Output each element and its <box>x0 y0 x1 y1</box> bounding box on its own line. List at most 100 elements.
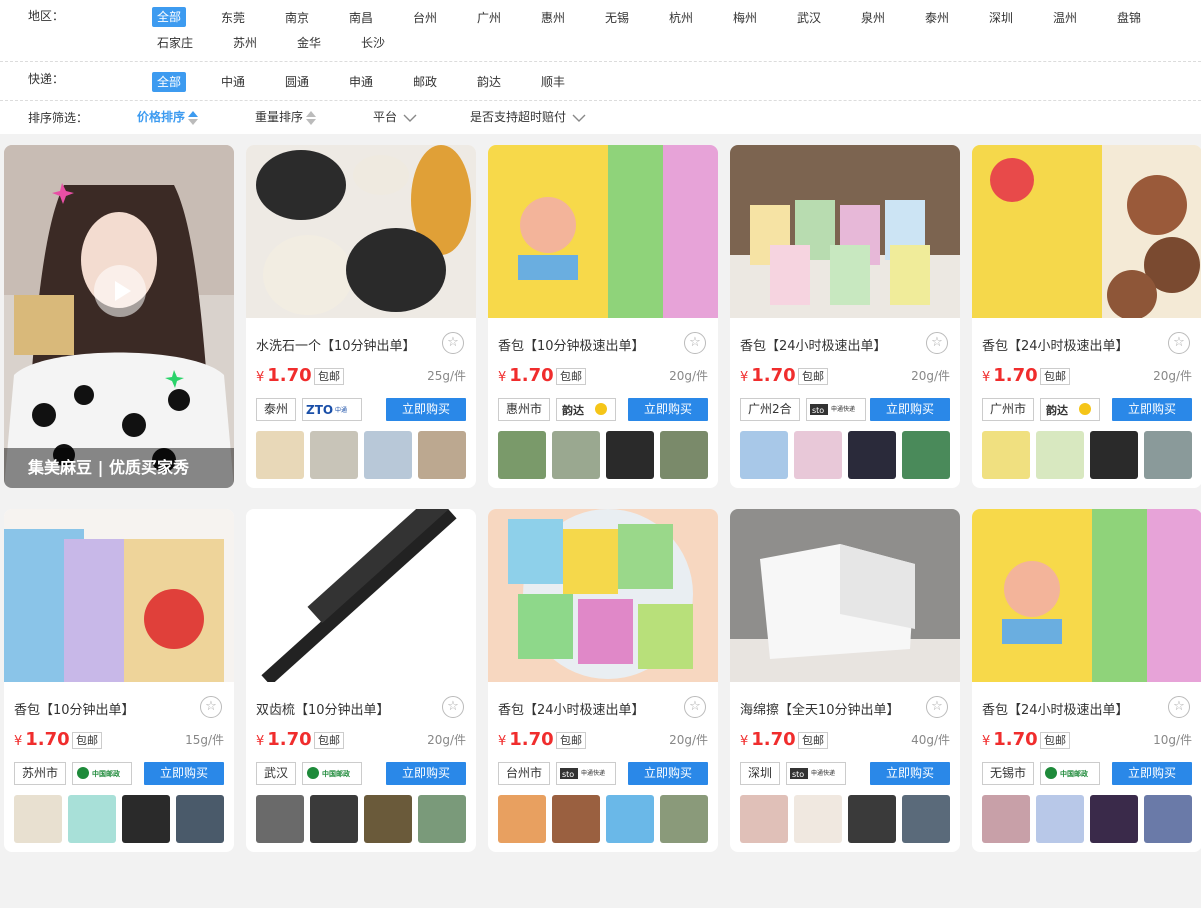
product-card[interactable]: 双齿梳【10分钟出单】 ☆ ¥1.70 包邮 20g/件 武汉 中国邮政 立即购买 <box>246 509 476 852</box>
product-image[interactable] <box>246 145 476 318</box>
region-option[interactable]: 台州 <box>408 8 442 28</box>
buy-now-button[interactable]: 立即购买 <box>1112 762 1192 785</box>
product-card[interactable]: 香包【24小时极速出单】 ☆ ¥1.70 包邮 20g/件 广州市 韵达 立即购买 <box>972 145 1201 488</box>
product-thumbnail[interactable] <box>552 795 600 843</box>
favorite-star-icon[interactable]: ☆ <box>926 332 948 354</box>
buy-now-button[interactable]: 立即购买 <box>386 762 466 785</box>
region-option[interactable]: 盘锦 <box>1112 8 1146 28</box>
product-title[interactable]: 香包【10分钟极速出单】 <box>498 335 645 354</box>
product-thumbnail[interactable] <box>418 431 466 479</box>
product-thumbnail[interactable] <box>310 431 358 479</box>
region-option[interactable]: 长沙 <box>356 33 390 53</box>
region-option-all[interactable]: 全部 <box>152 7 187 27</box>
region-option[interactable]: 金华 <box>292 33 326 53</box>
region-option[interactable]: 泉州 <box>856 8 890 28</box>
favorite-star-icon[interactable]: ☆ <box>200 696 222 718</box>
favorite-star-icon[interactable]: ☆ <box>442 696 464 718</box>
product-thumbnail[interactable] <box>1036 431 1084 479</box>
product-thumbnail[interactable] <box>660 795 708 843</box>
region-option[interactable]: 惠州 <box>536 8 570 28</box>
product-thumbnail[interactable] <box>256 431 304 479</box>
product-thumbnail[interactable] <box>982 795 1030 843</box>
product-thumbnail[interactable] <box>498 795 546 843</box>
buyer-show-video[interactable]: 集美麻豆 | 优质买家秀 <box>4 145 234 488</box>
courier-option[interactable]: 韵达 <box>472 72 506 92</box>
buy-now-button[interactable]: 立即购买 <box>870 398 950 421</box>
product-thumbnail[interactable] <box>364 431 412 479</box>
product-thumbnail[interactable] <box>256 795 304 843</box>
product-thumbnail[interactable] <box>14 795 62 843</box>
favorite-star-icon[interactable]: ☆ <box>926 696 948 718</box>
product-title[interactable]: 水洗石一个【10分钟出单】 <box>256 335 416 354</box>
product-thumbnail[interactable] <box>552 431 600 479</box>
product-card[interactable]: 海绵擦【全天10分钟出单】 ☆ ¥1.70 包邮 40g/件 深圳 sto 申通快递 立即购买 <box>730 509 960 852</box>
product-image[interactable] <box>488 145 718 318</box>
price-sort[interactable]: 价格排序 <box>137 107 199 127</box>
product-thumbnail[interactable] <box>1090 795 1138 843</box>
favorite-star-icon[interactable]: ☆ <box>1168 696 1190 718</box>
product-card[interactable]: 香包【10分钟出单】 ☆ ¥1.70 包邮 15g/件 苏州市 中国邮政 立即购买 <box>4 509 234 852</box>
overtime-compensation-dropdown[interactable]: 是否支持超时赔付 <box>470 107 586 127</box>
product-thumbnail[interactable] <box>1144 431 1192 479</box>
product-thumbnail[interactable] <box>982 431 1030 479</box>
product-thumbnail[interactable] <box>1090 431 1138 479</box>
buy-now-button[interactable]: 立即购买 <box>144 762 224 785</box>
product-thumbnail[interactable] <box>606 431 654 479</box>
product-title[interactable]: 香包【24小时极速出单】 <box>740 335 887 354</box>
product-thumbnail[interactable] <box>660 431 708 479</box>
product-thumbnail[interactable] <box>794 431 842 479</box>
region-option[interactable]: 南昌 <box>344 8 378 28</box>
region-option[interactable]: 杭州 <box>664 8 698 28</box>
region-option[interactable]: 梅州 <box>728 8 762 28</box>
buy-now-button[interactable]: 立即购买 <box>386 398 466 421</box>
product-thumbnail[interactable] <box>848 431 896 479</box>
platform-dropdown[interactable]: 平台 <box>373 107 417 127</box>
region-option[interactable]: 石家庄 <box>152 33 198 53</box>
product-thumbnail[interactable] <box>1036 795 1084 843</box>
product-thumbnail[interactable] <box>794 795 842 843</box>
region-option[interactable]: 苏州 <box>228 33 262 53</box>
buy-now-button[interactable]: 立即购买 <box>628 398 708 421</box>
courier-option[interactable]: 申通 <box>344 72 378 92</box>
region-option[interactable]: 武汉 <box>792 8 826 28</box>
product-image[interactable] <box>488 509 718 682</box>
product-thumbnail[interactable] <box>68 795 116 843</box>
product-image[interactable] <box>972 145 1201 318</box>
favorite-star-icon[interactable]: ☆ <box>442 332 464 354</box>
product-thumbnail[interactable] <box>498 431 546 479</box>
product-thumbnail[interactable] <box>418 795 466 843</box>
product-thumbnail[interactable] <box>740 795 788 843</box>
product-image[interactable] <box>246 509 476 682</box>
product-card[interactable]: 香包【10分钟极速出单】 ☆ ¥1.70 包邮 20g/件 惠州市 韵达 立即购买 <box>488 145 718 488</box>
product-title[interactable]: 香包【24小时极速出单】 <box>498 699 645 718</box>
product-card[interactable]: 香包【24小时极速出单】 ☆ ¥1.70 包邮 20g/件 广州2合 sto 申通快递 立即购买 <box>730 145 960 488</box>
buy-now-button[interactable]: 立即购买 <box>628 762 708 785</box>
product-thumbnail[interactable] <box>902 795 950 843</box>
courier-option[interactable]: 顺丰 <box>536 72 570 92</box>
product-image[interactable] <box>4 509 234 682</box>
region-option[interactable]: 深圳 <box>984 8 1018 28</box>
product-thumbnail[interactable] <box>1144 795 1192 843</box>
product-thumbnail[interactable] <box>310 795 358 843</box>
product-card[interactable]: 水洗石一个【10分钟出单】 ☆ ¥1.70 包邮 25g/件 泰州 ZTO 中通 立即购买 <box>246 145 476 488</box>
product-title[interactable]: 海绵擦【全天10分钟出单】 <box>740 699 900 718</box>
region-option[interactable]: 南京 <box>280 8 314 28</box>
product-thumbnail[interactable] <box>364 795 412 843</box>
product-thumbnail[interactable] <box>902 431 950 479</box>
product-thumbnail[interactable] <box>122 795 170 843</box>
courier-option[interactable]: 中通 <box>216 72 250 92</box>
product-image[interactable] <box>730 509 960 682</box>
favorite-star-icon[interactable]: ☆ <box>684 696 706 718</box>
product-image[interactable] <box>730 145 960 318</box>
courier-option[interactable]: 邮政 <box>408 72 442 92</box>
favorite-star-icon[interactable]: ☆ <box>684 332 706 354</box>
product-title[interactable]: 香包【24小时极速出单】 <box>982 335 1129 354</box>
product-thumbnail[interactable] <box>848 795 896 843</box>
product-card[interactable]: 香包【24小时极速出单】 ☆ ¥1.70 包邮 20g/件 台州市 sto 申通快递 立即购买 <box>488 509 718 852</box>
region-option[interactable]: 温州 <box>1048 8 1082 28</box>
play-icon[interactable] <box>94 265 146 317</box>
region-option[interactable]: 东莞 <box>216 8 250 28</box>
product-title[interactable]: 双齿梳【10分钟出单】 <box>256 699 390 718</box>
product-card[interactable]: 香包【24小时极速出单】 ☆ ¥1.70 包邮 10g/件 无锡市 中国邮政 立即购买 <box>972 509 1201 852</box>
buy-now-button[interactable]: 立即购买 <box>870 762 950 785</box>
